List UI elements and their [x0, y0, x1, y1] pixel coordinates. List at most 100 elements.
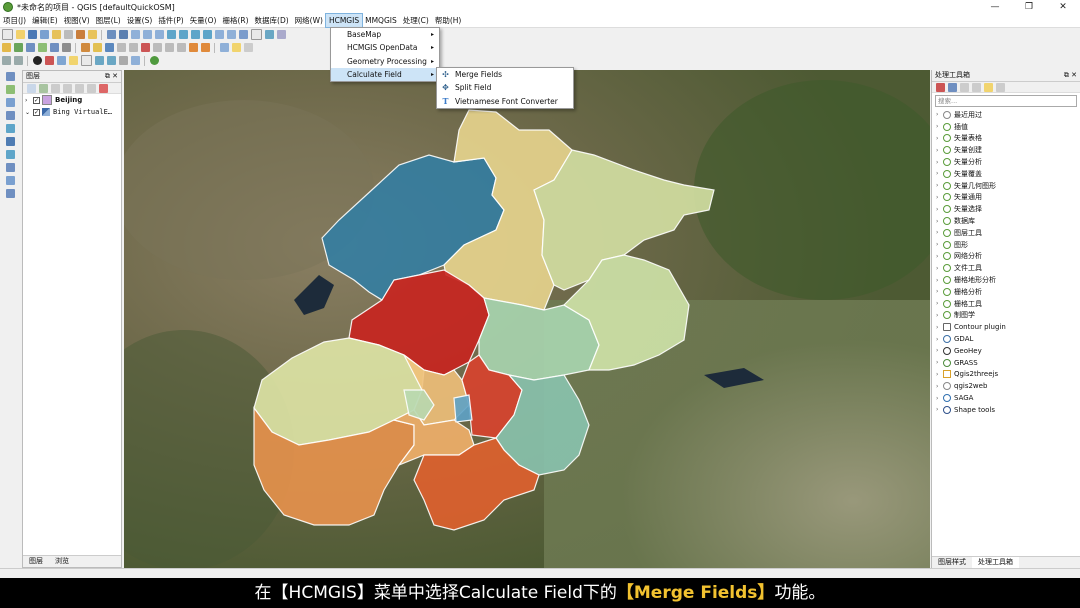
- delete-selected-icon[interactable]: [140, 43, 150, 52]
- remove-layer-icon[interactable]: [98, 83, 108, 93]
- layout-manager-icon[interactable]: [75, 30, 85, 39]
- expand-arrow-icon[interactable]: ›: [936, 277, 943, 284]
- processing-item[interactable]: › 图形: [932, 239, 1080, 251]
- menu-project[interactable]: 项目(J): [0, 14, 29, 27]
- results-icon[interactable]: [971, 82, 981, 92]
- expand-arrow-icon[interactable]: ›: [936, 182, 943, 189]
- menu-mmqgis[interactable]: MMQGIS: [362, 14, 400, 27]
- open-project-icon[interactable]: [15, 30, 25, 39]
- expand-arrow-icon[interactable]: ›: [936, 147, 943, 154]
- add-postgis-icon[interactable]: [5, 111, 15, 120]
- vertex-tool-icon[interactable]: [128, 43, 138, 52]
- processing-search-input[interactable]: 搜索...: [935, 95, 1077, 107]
- expand-arrow-icon[interactable]: ›: [936, 111, 943, 118]
- zoom-out-icon[interactable]: [142, 30, 152, 39]
- manage-themes-icon[interactable]: [50, 83, 60, 93]
- expand-arrow-icon[interactable]: ›: [936, 135, 943, 142]
- redo-icon[interactable]: [200, 43, 210, 52]
- processing-item[interactable]: › Contour plugin: [932, 321, 1080, 333]
- menu-item-basemap[interactable]: BaseMap ▸: [331, 28, 439, 41]
- expand-arrow-icon[interactable]: ›: [936, 206, 943, 213]
- expand-arrow-icon[interactable]: ›: [936, 395, 943, 402]
- zoom-rubberband-icon[interactable]: [154, 30, 164, 39]
- new-map-view-icon[interactable]: [238, 30, 248, 39]
- current-edits-icon[interactable]: [80, 43, 90, 52]
- expand-arrow-icon[interactable]: ›: [936, 383, 943, 390]
- save-as-icon[interactable]: [39, 30, 49, 39]
- layer-row-bing[interactable]: ⌄ ✓ Bing VirtualE…: [23, 106, 121, 118]
- menu-settings[interactable]: 设置(S): [124, 14, 156, 27]
- menu-plugins[interactable]: 插件(P): [155, 14, 186, 27]
- field-calc-icon[interactable]: [13, 56, 23, 65]
- expand-arrow-icon[interactable]: ›: [936, 359, 943, 366]
- processing-item[interactable]: › 矢量通用: [932, 192, 1080, 204]
- refresh-icon[interactable]: [264, 30, 274, 39]
- label-icon[interactable]: [219, 43, 229, 52]
- expand-arrow-icon[interactable]: ›: [936, 218, 943, 225]
- processing-item[interactable]: › 矢量覆盖: [932, 168, 1080, 180]
- menu-vector[interactable]: 矢量(O): [187, 14, 220, 27]
- menu-view[interactable]: 视图(V): [61, 14, 93, 27]
- cut-features-icon[interactable]: [152, 43, 162, 52]
- expand-arrow-icon[interactable]: ›: [936, 406, 943, 413]
- menu-hcmgis[interactable]: HCMGIS: [324, 13, 364, 28]
- tab-browser[interactable]: 浏览: [49, 556, 75, 567]
- zoom-last-icon[interactable]: [214, 30, 224, 39]
- annotation-icon[interactable]: [68, 56, 78, 65]
- copy-features-icon[interactable]: [164, 43, 174, 52]
- quickosm-icon[interactable]: [149, 56, 159, 65]
- map-tips-icon[interactable]: [80, 55, 92, 66]
- layer-visibility-checkbox[interactable]: ✓: [33, 108, 40, 116]
- map-canvas[interactable]: [124, 70, 930, 568]
- digitize-icon[interactable]: [1, 43, 11, 52]
- expand-arrow-icon[interactable]: ›: [936, 312, 943, 319]
- menu-web[interactable]: 网络(W): [292, 14, 326, 27]
- menu-item-merge-fields[interactable]: ✣ Merge Fields: [437, 68, 573, 81]
- processing-item[interactable]: › 矢量几何图形: [932, 180, 1080, 192]
- expand-arrow-icon[interactable]: ›: [936, 371, 943, 378]
- add-raster-icon[interactable]: [37, 43, 47, 52]
- undo-icon[interactable]: [188, 43, 198, 52]
- menu-item-split-field[interactable]: ✥ Split Field: [437, 81, 573, 94]
- zoom-in-icon[interactable]: [130, 30, 140, 39]
- pan-icon[interactable]: [106, 30, 116, 39]
- processing-item[interactable]: › qgis2web: [932, 380, 1080, 392]
- zoom-layer-icon[interactable]: [190, 30, 200, 39]
- data-source-icon[interactable]: [13, 43, 23, 52]
- expand-arrow-icon[interactable]: ⌄: [25, 109, 31, 116]
- layer-visibility-checkbox[interactable]: ✓: [33, 96, 40, 104]
- expand-arrow-icon[interactable]: ›: [25, 97, 31, 104]
- add-vector-layer-icon[interactable]: [5, 72, 15, 81]
- processing-item[interactable]: › SAGA: [932, 392, 1080, 404]
- expand-arrow-icon[interactable]: ›: [936, 336, 943, 343]
- attributes-icon[interactable]: [1, 56, 11, 65]
- menu-item-vietnamese-font-converter[interactable]: T Vietnamese Font Converter: [437, 95, 573, 108]
- add-group-icon[interactable]: [38, 83, 48, 93]
- add-arcgis-icon[interactable]: [5, 150, 15, 159]
- statistics-icon[interactable]: [130, 56, 140, 65]
- menu-item-calculate-field[interactable]: Calculate Field ▸: [331, 67, 439, 82]
- expand-arrow-icon[interactable]: ›: [936, 159, 943, 166]
- restore-button[interactable]: ❐: [1012, 0, 1046, 14]
- paste-features-icon[interactable]: [176, 43, 186, 52]
- processing-item[interactable]: › 制图学: [932, 310, 1080, 322]
- tab-layer-styling[interactable]: 图层样式: [932, 557, 972, 568]
- add-delimited-text-icon[interactable]: [5, 163, 15, 172]
- expand-arrow-icon[interactable]: ›: [936, 123, 943, 130]
- expand-arrow-icon[interactable]: ›: [936, 253, 943, 260]
- label-pin-icon[interactable]: [231, 43, 241, 52]
- menu-raster[interactable]: 栅格(R): [219, 14, 251, 27]
- models-icon[interactable]: [935, 82, 945, 92]
- add-vector-icon[interactable]: [25, 43, 35, 52]
- processing-item[interactable]: › 矢量创建: [932, 144, 1080, 156]
- menu-layer[interactable]: 图层(L): [93, 14, 124, 27]
- expand-arrow-icon[interactable]: ›: [936, 347, 943, 354]
- edit-features-icon[interactable]: [983, 82, 993, 92]
- bookmark-icon[interactable]: [94, 56, 104, 65]
- options-icon[interactable]: [995, 82, 1005, 92]
- style-manager-icon[interactable]: [87, 30, 97, 39]
- menu-item-hcmgis-opendata[interactable]: HCMGIS OpenData ▸: [331, 41, 439, 54]
- menu-database[interactable]: 数据库(D): [252, 14, 292, 27]
- zoom-selection-icon[interactable]: [178, 30, 188, 39]
- panel-float-close-icon[interactable]: ⧉ ✕: [1064, 70, 1077, 81]
